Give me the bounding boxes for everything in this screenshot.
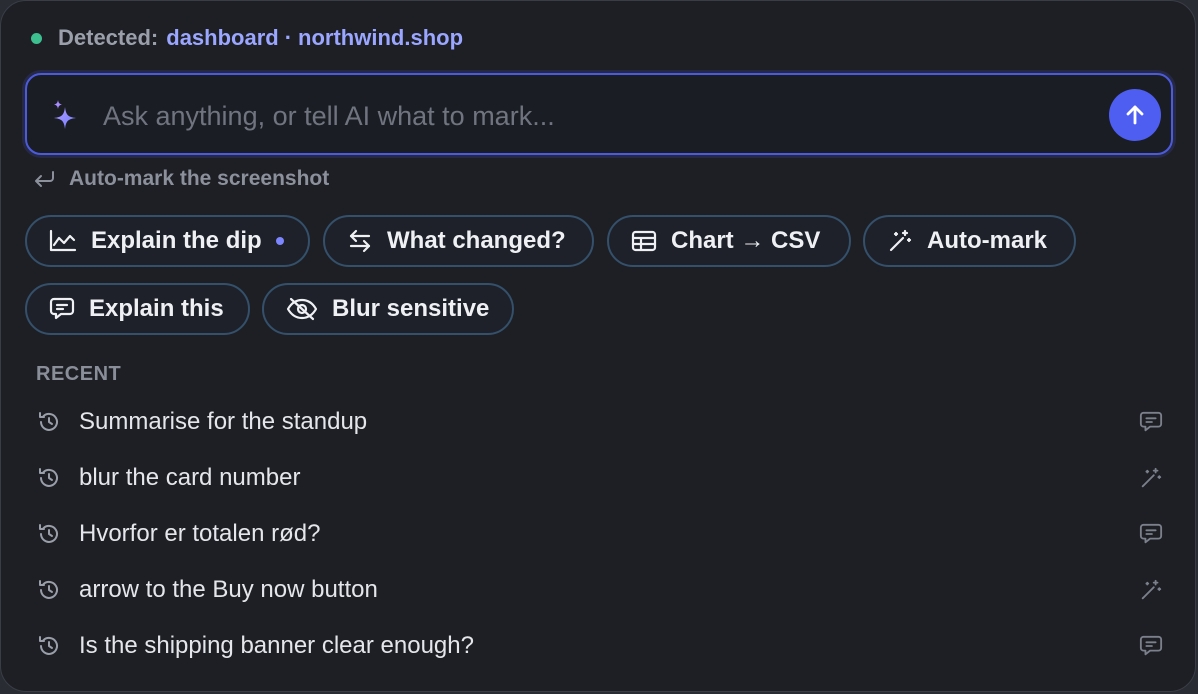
recent-item[interactable]: Is the shipping banner clear enough?	[25, 622, 1175, 670]
recent-item-type	[1139, 634, 1163, 663]
status-dot	[31, 32, 42, 44]
sparkles-icon	[54, 100, 76, 129]
auto-mark-label: Auto-mark	[927, 227, 1048, 254]
recent-item-type	[1139, 410, 1163, 439]
explain-this-chip[interactable]: Explain this	[25, 283, 250, 335]
history-icon-wrap	[37, 522, 61, 551]
detected-site: northwind.shop	[298, 25, 464, 50]
recent-item[interactable]: Hvorfor er totalen rød?	[25, 510, 1175, 558]
history-icon	[39, 580, 58, 599]
explain-dip-chip[interactable]: Explain the dip	[25, 215, 310, 267]
eye-slash-icon	[286, 297, 318, 321]
blur-sensitive-chip[interactable]: Blur sensitive	[262, 283, 514, 335]
history-icon-wrap	[37, 634, 61, 663]
ask-input[interactable]	[101, 93, 1095, 139]
history-icon	[39, 524, 58, 543]
detected-separator: ·	[284, 25, 293, 50]
chat-bubble-icon	[49, 297, 75, 320]
history-icon-wrap	[37, 578, 61, 607]
enter-hint-text: Auto-mark the screenshot	[69, 167, 330, 190]
recent-item-text: blur the card number	[79, 464, 301, 491]
detected-context: Detected: dashboard · northwind.shop	[31, 25, 463, 51]
recent-item-type	[1139, 466, 1163, 495]
new-indicator-dot	[275, 237, 284, 245]
recent-item[interactable]: Summarise for the standup	[25, 398, 1175, 446]
recent-item-text: Is the shipping banner clear enough?	[79, 632, 474, 659]
explain-this-label: Explain this	[89, 295, 224, 322]
chart-csv-chip[interactable]: Chart → CSV	[607, 215, 851, 267]
what-changed-label: What changed?	[387, 227, 566, 254]
history-icon	[39, 412, 58, 431]
history-icon	[39, 468, 58, 487]
send-button[interactable]	[1109, 89, 1161, 141]
blur-sensitive-label: Blur sensitive	[332, 295, 490, 322]
recent-item[interactable]: arrow to the Buy now button	[25, 566, 1175, 614]
auto-mark-chip[interactable]: Auto-mark	[863, 215, 1076, 267]
chart-line-icon	[49, 229, 77, 252]
chat-bubble-icon	[1139, 523, 1163, 544]
chat-bubble-icon	[1139, 635, 1163, 656]
swap-arrows-icon	[349, 229, 371, 253]
magic-wand-icon	[1141, 467, 1162, 488]
chat-bubble-icon	[1139, 411, 1163, 432]
recent-item-text: arrow to the Buy now button	[79, 576, 378, 603]
ai-command-panel: Detected: dashboard · northwind.shop Ask…	[0, 0, 1196, 692]
recent-item-type	[1139, 522, 1163, 551]
chart-csv-label: Chart → CSV	[671, 227, 821, 254]
magic-wand-icon	[1141, 579, 1162, 600]
detected-context-name: dashboard	[166, 25, 279, 50]
history-icon-wrap	[37, 410, 61, 439]
detected-label: Detected:	[58, 25, 159, 50]
table-icon	[631, 230, 657, 252]
magic-wand-icon	[889, 229, 912, 252]
history-icon	[39, 636, 58, 655]
recent-heading: RECENT	[36, 363, 122, 385]
arrow-up-icon	[1126, 105, 1144, 125]
ask-box	[25, 73, 1173, 155]
recent-item-text: Summarise for the standup	[79, 408, 368, 435]
enter-hint: Auto-mark the screenshot	[33, 167, 329, 191]
recent-item-text: Hvorfor er totalen rød?	[79, 520, 321, 547]
explain-dip-label: Explain the dip	[91, 227, 262, 254]
recent-item[interactable]: blur the card number	[25, 454, 1175, 502]
what-changed-chip[interactable]: What changed?	[323, 215, 594, 267]
recent-item-type	[1139, 578, 1163, 607]
enter-return-icon	[35, 171, 54, 187]
history-icon-wrap	[37, 466, 61, 495]
